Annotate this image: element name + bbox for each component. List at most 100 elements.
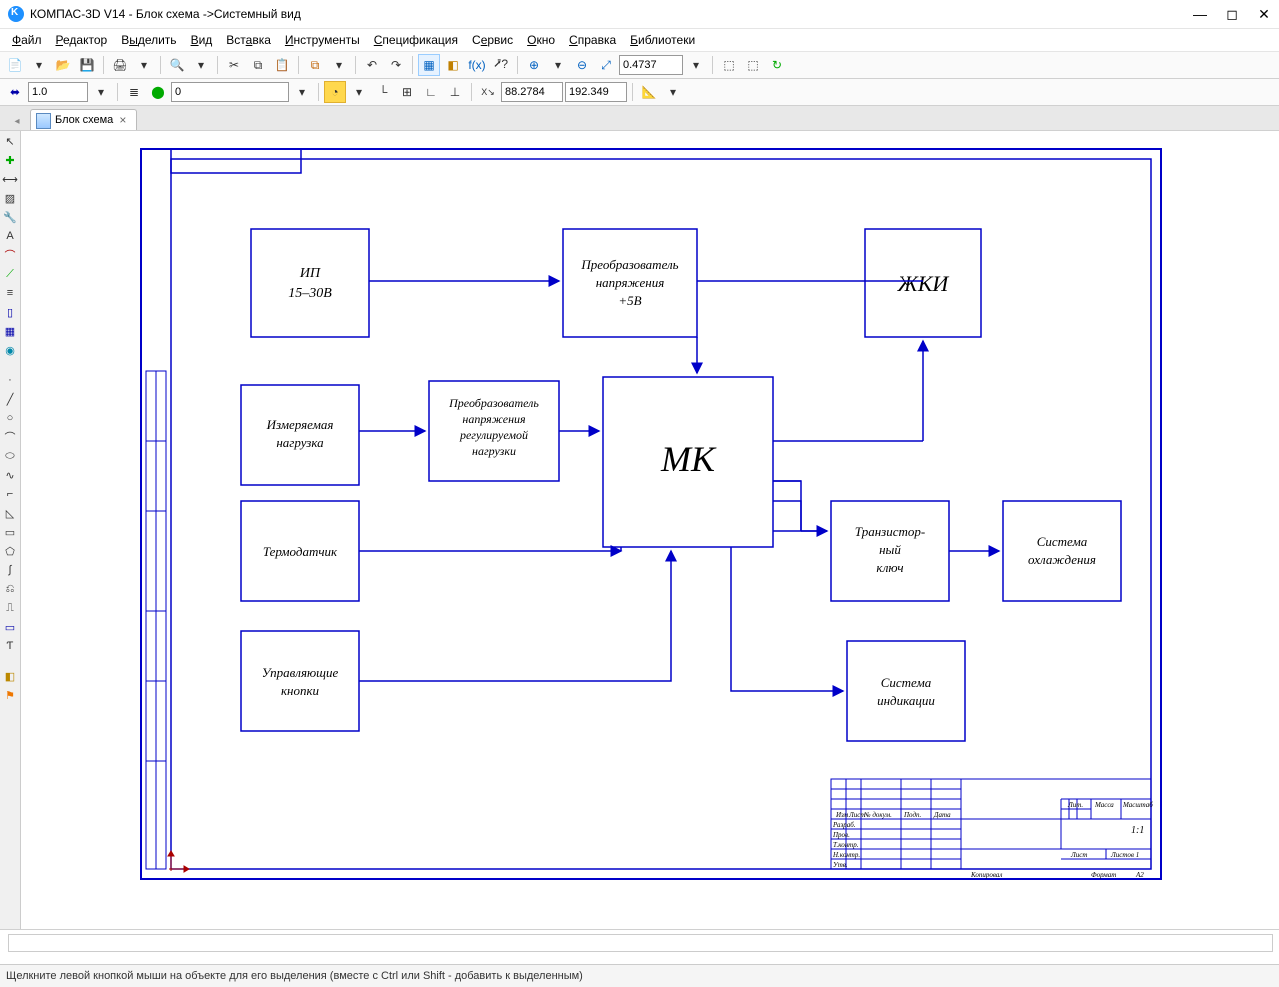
palette-wrench-icon[interactable]: 🔧 xyxy=(2,209,18,225)
props-dropdown-icon[interactable]: ▾ xyxy=(328,54,350,76)
palette-ellipse-icon[interactable]: ⬭ xyxy=(2,448,18,464)
layer-input[interactable] xyxy=(171,82,289,102)
measure-button[interactable]: 📐 xyxy=(638,81,660,103)
palette-poly-icon[interactable]: ⬠ xyxy=(2,543,18,559)
menu-window[interactable]: Окно xyxy=(521,31,561,49)
undo-button[interactable]: ↶ xyxy=(361,54,383,76)
snap-grid-button[interactable]: ⊞ xyxy=(396,81,418,103)
command-input[interactable] xyxy=(8,934,1273,952)
zoom-combo-dropdown-icon[interactable]: ▾ xyxy=(685,54,707,76)
palette-spline-icon[interactable]: ∿ xyxy=(2,467,18,483)
palette-para-icon[interactable]: ≡ xyxy=(2,285,18,301)
zoom-value-input[interactable] xyxy=(619,55,683,75)
menu-help[interactable]: Справка xyxy=(563,31,622,49)
zoom-dropdown-icon[interactable]: ▾ xyxy=(547,54,569,76)
svg-text:Лист: Лист xyxy=(848,811,865,819)
palette-table-icon[interactable]: ▦ xyxy=(2,323,18,339)
palette-rect2-icon[interactable]: ▭ xyxy=(2,619,18,635)
cut-button[interactable]: ✂ xyxy=(223,54,245,76)
layer-icon[interactable]: ≣ xyxy=(123,81,145,103)
layers-button[interactable]: ◧ xyxy=(442,54,464,76)
palette-spec-icon[interactable]: ◉ xyxy=(2,342,18,358)
palette-hatch-icon[interactable]: ▨ xyxy=(2,190,18,206)
snap-end-button[interactable]: └ xyxy=(372,81,394,103)
new-doc-button[interactable]: 📄 xyxy=(4,54,26,76)
palette-trim-icon[interactable]: ⟋ xyxy=(2,266,18,282)
layer-state-icon[interactable]: ⬤ xyxy=(147,81,169,103)
scale-dropdown-icon[interactable]: ▾ xyxy=(90,81,112,103)
snap-perp-button[interactable]: ⊥ xyxy=(444,81,466,103)
open-button[interactable]: 📂 xyxy=(52,54,74,76)
palette-flag-icon[interactable]: ⚑ xyxy=(2,687,18,703)
palette-dim-icon[interactable]: ⟷ xyxy=(2,171,18,187)
snap-button[interactable]: ⬌ xyxy=(4,81,26,103)
redo-button[interactable]: ↷ xyxy=(385,54,407,76)
svg-text:индикации: индикации xyxy=(877,693,935,708)
block-btns: Управляющие кнопки xyxy=(241,631,359,731)
print-dropdown-icon[interactable]: ▾ xyxy=(133,54,155,76)
svg-text:охлаждения: охлаждения xyxy=(1028,552,1096,567)
copy-button[interactable]: ⧉ xyxy=(247,54,269,76)
save-button[interactable]: 💾 xyxy=(76,54,98,76)
palette-line-icon[interactable]: ✚ xyxy=(2,152,18,168)
preview-button[interactable]: 🔍 xyxy=(166,54,188,76)
menu-insert[interactable]: Вставка xyxy=(220,31,277,49)
palette-break-icon[interactable]: ⎌ xyxy=(2,581,18,597)
palette-circle-icon[interactable]: ○ xyxy=(2,410,18,426)
minimize-button[interactable]: — xyxy=(1193,7,1207,21)
palette-mark-icon[interactable]: ◧ xyxy=(2,668,18,684)
palette-sheet-icon[interactable]: ▯ xyxy=(2,304,18,320)
svg-text:регулируемой: регулируемой xyxy=(459,428,528,442)
menu-editor[interactable]: Редактор xyxy=(50,31,114,49)
measure-dropdown-icon[interactable]: ▾ xyxy=(662,81,684,103)
refresh-button[interactable]: ↻ xyxy=(766,54,788,76)
svg-text:Термодатчик: Термодатчик xyxy=(263,544,338,559)
palette-pt-icon[interactable]: · xyxy=(2,372,18,388)
palette-chamfer-icon[interactable]: ◺ xyxy=(2,505,18,521)
preview-dropdown-icon[interactable]: ▾ xyxy=(190,54,212,76)
view-a-button[interactable]: ⬚ xyxy=(742,54,764,76)
menu-tools[interactable]: Инструменты xyxy=(279,31,366,49)
menu-spec[interactable]: Спецификация xyxy=(368,31,464,49)
grid-button[interactable]: ▦ xyxy=(418,54,440,76)
ortho-dropdown-icon[interactable]: ▾ xyxy=(348,81,370,103)
help-cursor-button[interactable]: ⭷? xyxy=(490,54,512,76)
print-button[interactable]: 🖨 xyxy=(109,54,131,76)
coord-x-input[interactable] xyxy=(501,82,563,102)
menu-view[interactable]: Вид xyxy=(185,31,219,49)
menu-file[interactable]: Файл xyxy=(6,31,48,49)
new-dropdown-icon[interactable]: ▾ xyxy=(28,54,50,76)
coord-y-input[interactable] xyxy=(565,82,627,102)
menu-libs[interactable]: Библиотеки xyxy=(624,31,701,49)
palette-arc2-icon[interactable]: ⌒ xyxy=(2,429,18,445)
document-tab[interactable]: Блок схема × xyxy=(30,109,137,130)
drawing-canvas[interactable]: ИП 15–30В Преобразователь напряжения +5В… xyxy=(21,131,1279,929)
props-button[interactable]: ⧉ xyxy=(304,54,326,76)
palette-fillet-icon[interactable]: ⌐ xyxy=(2,486,18,502)
paste-button[interactable]: 📋 xyxy=(271,54,293,76)
palette-arc-icon[interactable]: ⌒ xyxy=(2,247,18,263)
menu-select[interactable]: Выделить xyxy=(115,31,182,49)
palette-curve-icon[interactable]: ∫ xyxy=(2,562,18,578)
zoom-fit-button[interactable]: ⤢ xyxy=(595,54,617,76)
menu-service[interactable]: Сервис xyxy=(466,31,519,49)
palette-text-icon[interactable]: A xyxy=(2,228,18,244)
palette-aux-icon[interactable]: ⎍ xyxy=(2,600,18,616)
palette-select-icon[interactable]: ↖ xyxy=(2,133,18,149)
zoom-out-button[interactable]: ⊖ xyxy=(571,54,593,76)
pan-button[interactable]: ⬚ xyxy=(718,54,740,76)
zoom-in-button[interactable]: ⊕ xyxy=(523,54,545,76)
tab-home-icon[interactable]: ◂ xyxy=(6,110,28,132)
ortho-button[interactable]: ◔ xyxy=(324,81,346,103)
tab-close-icon[interactable]: × xyxy=(119,113,126,127)
fx-button[interactable]: f(x) xyxy=(466,54,488,76)
snap-angle-button[interactable]: ∟ xyxy=(420,81,442,103)
scale-input[interactable] xyxy=(28,82,88,102)
layer-dropdown-icon[interactable]: ▾ xyxy=(291,81,313,103)
close-button[interactable]: ✕ xyxy=(1257,7,1271,21)
svg-text:Пров.: Пров. xyxy=(832,831,850,839)
maximize-button[interactable]: ◻ xyxy=(1225,7,1239,21)
palette-rect-icon[interactable]: ▭ xyxy=(2,524,18,540)
palette-seg-icon[interactable]: ╱ xyxy=(2,391,18,407)
palette-text2-icon[interactable]: Ƭ xyxy=(2,638,18,654)
